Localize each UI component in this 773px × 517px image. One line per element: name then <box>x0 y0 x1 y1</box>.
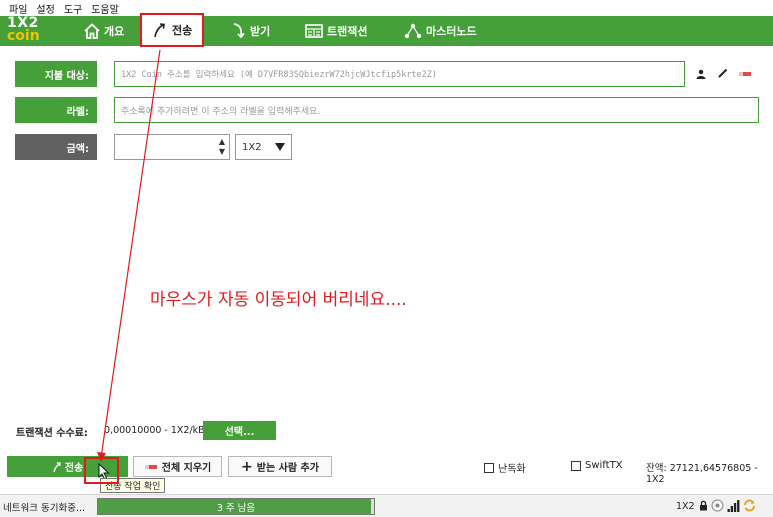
annotation-arrow <box>97 49 161 462</box>
